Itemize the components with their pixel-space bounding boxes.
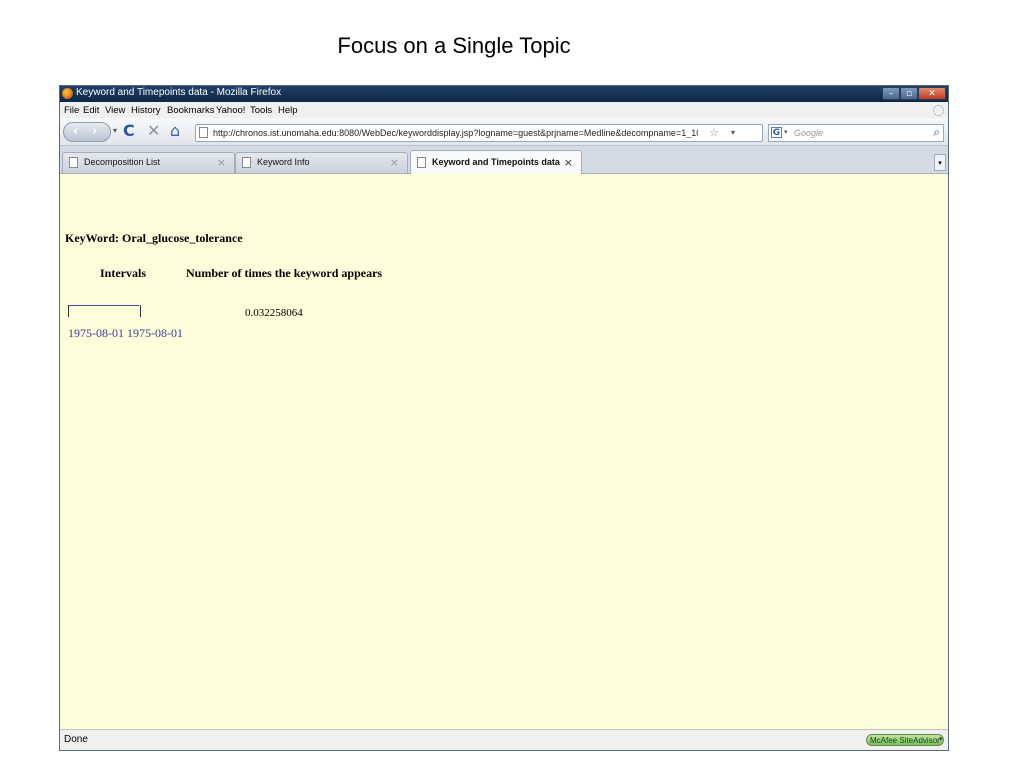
- window-titlebar[interactable]: Keyword and Timepoints data - Mozilla Fi…: [60, 86, 948, 102]
- menu-edit[interactable]: Edit: [83, 105, 99, 116]
- firefox-icon: [62, 88, 73, 99]
- url-dropdown-icon[interactable]: ▾: [731, 128, 735, 137]
- throbber-icon: [933, 105, 944, 116]
- search-bar[interactable]: G ▾ Google ⌕: [768, 124, 944, 142]
- mcafee-dropdown-icon[interactable]: ▾: [939, 735, 943, 743]
- tab-close-icon[interactable]: ×: [564, 156, 573, 169]
- forward-button[interactable]: ›: [92, 124, 97, 139]
- count-column-header: Number of times the keyword appears: [186, 266, 383, 280]
- menu-tools[interactable]: Tools: [250, 105, 272, 116]
- url-bar[interactable]: http://chronos.ist.unomaha.edu:8080/WebD…: [195, 124, 763, 142]
- tab-list-button[interactable]: ▾: [934, 154, 946, 171]
- menu-history[interactable]: History: [131, 105, 161, 116]
- keyword-count-value: 0.032258064: [245, 307, 303, 319]
- status-text: Done: [64, 734, 88, 745]
- history-dropdown-icon[interactable]: ▾: [113, 126, 117, 135]
- keyword-heading: KeyWord: Oral_glucose_tolerance: [65, 231, 243, 245]
- slide-title: Focus on a Single Topic: [337, 33, 571, 58]
- back-forward-buttons: ‹ ›: [63, 122, 111, 142]
- menu-bar: File Edit View History Bookmarks Yahoo! …: [60, 102, 948, 118]
- tab-keyword-info[interactable]: Keyword Info ×: [235, 152, 408, 173]
- tab-keyword-timepoints[interactable]: Keyword and Timepoints data ×: [410, 150, 582, 174]
- menu-view[interactable]: View: [105, 105, 125, 116]
- page-icon: [242, 157, 251, 168]
- tab-label: Decomposition List: [84, 157, 161, 167]
- browser-window: Keyword and Timepoints data - Mozilla Fi…: [59, 85, 949, 751]
- home-button[interactable]: ⌂: [170, 123, 180, 139]
- page-content: KeyWord: Oral_glucose_tolerance Interval…: [60, 174, 948, 729]
- navigation-toolbar: ‹ › ▾ C ✕ ⌂ http://chronos.ist.unomaha.e…: [60, 118, 948, 146]
- menu-bookmarks[interactable]: Bookmarks: [167, 105, 215, 116]
- menu-help[interactable]: Help: [278, 105, 298, 116]
- menu-file[interactable]: File: [64, 105, 79, 116]
- url-text[interactable]: http://chronos.ist.unomaha.edu:8080/WebD…: [213, 128, 698, 138]
- interval-bar-start: [68, 305, 69, 317]
- search-input[interactable]: Google: [794, 128, 823, 138]
- interval-link[interactable]: 1975-08-01 1975-08-01: [68, 326, 183, 341]
- tab-label: Keyword and Timepoints data: [432, 157, 560, 167]
- minimize-button[interactable]: –: [882, 87, 900, 100]
- tab-label: Keyword Info: [257, 157, 310, 167]
- interval-bar-end: [140, 305, 141, 317]
- reload-button[interactable]: C: [123, 123, 135, 139]
- window-title: Keyword and Timepoints data - Mozilla Fi…: [76, 87, 282, 98]
- status-bar: Done McAfee SiteAdvisor ▾: [60, 729, 948, 750]
- tab-close-icon[interactable]: ×: [217, 156, 226, 169]
- close-button[interactable]: ✕: [918, 87, 946, 100]
- page-icon: [69, 157, 78, 168]
- interval-bar: [69, 305, 139, 306]
- tab-decomposition-list[interactable]: Decomposition List ×: [62, 152, 235, 173]
- google-icon[interactable]: G: [771, 127, 782, 138]
- page-icon: [417, 157, 426, 168]
- search-engine-dropdown-icon[interactable]: ▾: [784, 128, 788, 136]
- back-button[interactable]: ‹: [73, 124, 78, 139]
- bookmark-star-icon[interactable]: ☆: [709, 126, 719, 139]
- menu-yahoo[interactable]: Yahoo!: [216, 105, 245, 116]
- tab-close-icon[interactable]: ×: [390, 156, 399, 169]
- stop-button[interactable]: ✕: [147, 123, 160, 139]
- tab-bar: Decomposition List × Keyword Info × Keyw…: [60, 146, 948, 174]
- mcafee-siteadvisor-button[interactable]: McAfee SiteAdvisor: [866, 734, 944, 746]
- page-icon: [199, 127, 208, 138]
- intervals-column-header: Intervals: [100, 266, 146, 280]
- maximize-button[interactable]: ▫: [900, 87, 918, 100]
- search-icon[interactable]: ⌕: [933, 125, 940, 140]
